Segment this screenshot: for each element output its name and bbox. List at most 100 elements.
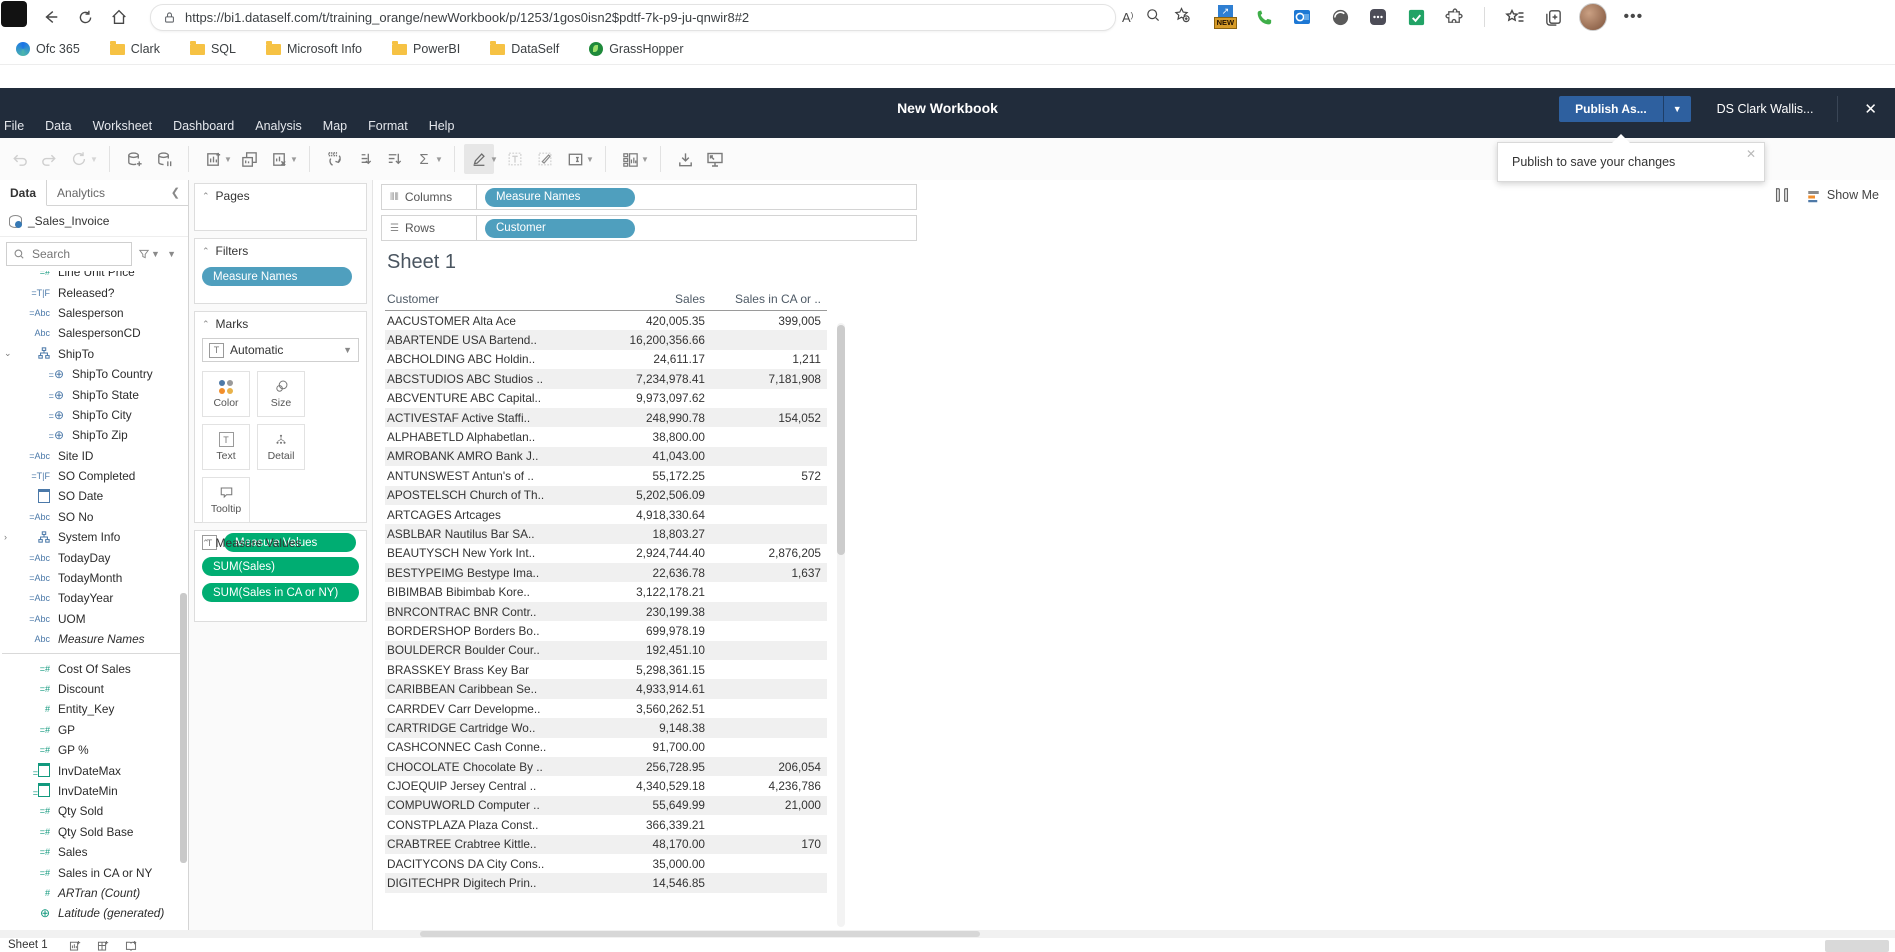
- show-hide-cards-caret[interactable]: ▼: [641, 155, 651, 164]
- cell-customer[interactable]: ABCHOLDING ABC Holdin..: [385, 350, 591, 369]
- table-row[interactable]: CASHCONNEC Cash Conne..91,700.00: [385, 738, 827, 757]
- cell-sales-ca[interactable]: [711, 641, 827, 660]
- cell-customer[interactable]: CARTRIDGE Cartridge Wo..: [385, 718, 591, 737]
- browser-menu-icon[interactable]: •••: [1621, 5, 1645, 29]
- menu-file[interactable]: File: [4, 119, 24, 133]
- sheet-tab[interactable]: Sheet 1: [6, 938, 54, 951]
- search-input[interactable]: [30, 246, 104, 262]
- cell-sales[interactable]: 420,005.35: [591, 311, 711, 331]
- cell-customer[interactable]: AMROBANK AMRO Bank J..: [385, 447, 591, 466]
- show-me-label[interactable]: Show Me: [1827, 188, 1879, 202]
- bookmark-sql[interactable]: SQL: [190, 42, 236, 56]
- cell-customer[interactable]: AACUSTOMER Alta Ace: [385, 311, 591, 331]
- field-artran-count[interactable]: #ARTran (Count): [0, 883, 188, 903]
- table-row[interactable]: BNRCONTRAC BNR Contr..230,199.38: [385, 602, 827, 621]
- field-salesperson[interactable]: =AbcSalesperson: [0, 303, 188, 323]
- cell-sales-ca[interactable]: [711, 854, 827, 873]
- tab-analytics[interactable]: Analytics: [47, 180, 115, 205]
- cell-customer[interactable]: CONSTPLAZA Plaza Const..: [385, 815, 591, 834]
- table-row[interactable]: BRASSKEY Brass Key Bar5,298,361.15: [385, 660, 827, 679]
- col-header-sales-ca[interactable]: Sales in CA or ..: [711, 290, 827, 311]
- cell-sales-ca[interactable]: [711, 447, 827, 466]
- cell-sales-ca[interactable]: [711, 427, 827, 446]
- cell-sales[interactable]: 230,199.38: [591, 602, 711, 621]
- cell-sales[interactable]: 192,451.10: [591, 641, 711, 660]
- cell-sales[interactable]: 3,122,178.21: [591, 582, 711, 601]
- extensions-puzzle-icon[interactable]: [1442, 5, 1466, 29]
- new-datasource-icon[interactable]: [119, 144, 149, 174]
- cell-sales[interactable]: 5,298,361.15: [591, 660, 711, 679]
- cell-customer[interactable]: BOULDERCR Boulder Cour..: [385, 641, 591, 660]
- columns-pill-measure-names[interactable]: Measure Names: [485, 188, 635, 207]
- text-button[interactable]: T Text: [202, 424, 250, 470]
- cell-customer[interactable]: CRABTREE Crabtree Kittle..: [385, 835, 591, 854]
- cell-sales-ca[interactable]: [711, 660, 827, 679]
- tooltip-button[interactable]: Tooltip: [202, 477, 250, 523]
- field-so-no[interactable]: =AbcSO No: [0, 507, 188, 527]
- totals-caret[interactable]: ▼: [435, 155, 445, 164]
- size-button[interactable]: Size: [257, 371, 305, 417]
- sort-ascending-icon[interactable]: [349, 144, 379, 174]
- datasource-row[interactable]: _Sales_Invoice: [0, 206, 188, 237]
- filter-pill-measure-names[interactable]: Measure Names: [202, 267, 352, 286]
- extension-new-icon[interactable]: ↗NEW: [1212, 5, 1238, 29]
- table-row[interactable]: CHOCOLATE Chocolate By ..256,728.95206,0…: [385, 757, 827, 776]
- cell-customer[interactable]: CARRDEV Carr Developme..: [385, 699, 591, 718]
- bookmark-dataself[interactable]: DataSelf: [490, 42, 559, 56]
- profile-avatar[interactable]: [1579, 3, 1607, 31]
- cell-sales-ca[interactable]: 154,052: [711, 408, 827, 427]
- cell-customer[interactable]: ABCSTUDIOS ABC Studios ..: [385, 369, 591, 388]
- menu-help[interactable]: Help: [429, 119, 455, 133]
- field-sales-in-ca-or-ny[interactable]: =#Sales in CA or NY: [0, 862, 188, 882]
- table-row[interactable]: BORDERSHOP Borders Bo..699,978.19: [385, 621, 827, 640]
- table-row[interactable]: APOSTELSCH Church of Th..5,202,506.09: [385, 486, 827, 505]
- cell-sales-ca[interactable]: 1,211: [711, 350, 827, 369]
- cell-sales-ca[interactable]: 2,876,205: [711, 544, 827, 563]
- cell-sales-ca[interactable]: [711, 679, 827, 698]
- rows-pill-area[interactable]: Customer: [477, 215, 917, 241]
- pause-updates-icon[interactable]: [149, 144, 179, 174]
- table-row[interactable]: AACUSTOMER Alta Ace420,005.35399,005: [385, 311, 827, 331]
- cell-sales-ca[interactable]: 7,181,908: [711, 369, 827, 388]
- cell-customer[interactable]: APOSTELSCH Church of Th..: [385, 486, 591, 505]
- user-account-label[interactable]: DS Clark Wallis...: [1717, 102, 1814, 116]
- cell-customer[interactable]: CASHCONNEC Cash Conne..: [385, 738, 591, 757]
- url-text[interactable]: https://bi1.dataself.com/t/training_oran…: [185, 10, 749, 25]
- cell-customer[interactable]: BEAUTYSCH New York Int..: [385, 544, 591, 563]
- cell-customer[interactable]: ALPHABETLD Alphabetlan..: [385, 427, 591, 446]
- cell-customer[interactable]: CHOCOLATE Chocolate By ..: [385, 757, 591, 776]
- cell-sales-ca[interactable]: [711, 330, 827, 349]
- presentation-mode-icon[interactable]: [700, 144, 730, 174]
- cell-sales[interactable]: 699,978.19: [591, 621, 711, 640]
- data-pane-scrollbar[interactable]: [180, 180, 187, 930]
- columns-pill-area[interactable]: Measure Names: [477, 184, 917, 210]
- pill-sum-sales-in-ca-or-ny[interactable]: SUM(Sales in CA or NY): [202, 583, 359, 602]
- cell-sales-ca[interactable]: [711, 505, 827, 524]
- cell-sales-ca[interactable]: [711, 699, 827, 718]
- cell-sales[interactable]: 2,924,744.40: [591, 544, 711, 563]
- menu-worksheet[interactable]: Worksheet: [93, 119, 153, 133]
- table-row[interactable]: CONSTPLAZA Plaza Const..366,339.21: [385, 815, 827, 834]
- collapse-caret[interactable]: ⌃: [202, 191, 210, 202]
- field-todayyear[interactable]: =AbcTodayYear: [0, 588, 188, 608]
- cell-customer[interactable]: ABCVENTURE ABC Capital..: [385, 389, 591, 408]
- cell-sales[interactable]: 14,546.85: [591, 873, 711, 892]
- new-dashboard-tab-icon[interactable]: [96, 939, 110, 952]
- field-salespersoncd[interactable]: AbcSalespersonCD: [0, 323, 188, 343]
- table-row[interactable]: CARIBBEAN Caribbean Se..4,933,914.61: [385, 679, 827, 698]
- cell-sales-ca[interactable]: [711, 738, 827, 757]
- field-entity-key[interactable]: #Entity_Key: [0, 699, 188, 719]
- cell-sales[interactable]: 3,560,262.51: [591, 699, 711, 718]
- cell-customer[interactable]: BESTYPEIMG Bestype Ima..: [385, 563, 591, 582]
- bookmark-microsoft-info[interactable]: Microsoft Info: [266, 42, 362, 56]
- horizontal-scrollbar[interactable]: [0, 930, 1895, 938]
- table-row[interactable]: COMPUWORLD Computer ..55,649.9921,000: [385, 796, 827, 815]
- field-released[interactable]: =T|FReleased?: [0, 282, 188, 302]
- table-row[interactable]: BIBIMBAB Bibimbab Kore..3,122,178.21: [385, 582, 827, 601]
- check-extension-icon[interactable]: [1404, 5, 1428, 29]
- table-row[interactable]: BEAUTYSCH New York Int..2,924,744.402,87…: [385, 544, 827, 563]
- table-row[interactable]: ACTIVESTAF Active Staffi..248,990.78154,…: [385, 408, 827, 427]
- redo-icon[interactable]: [34, 144, 64, 174]
- cell-customer[interactable]: ACTIVESTAF Active Staffi..: [385, 408, 591, 427]
- new-worksheet-caret[interactable]: ▼: [224, 155, 234, 164]
